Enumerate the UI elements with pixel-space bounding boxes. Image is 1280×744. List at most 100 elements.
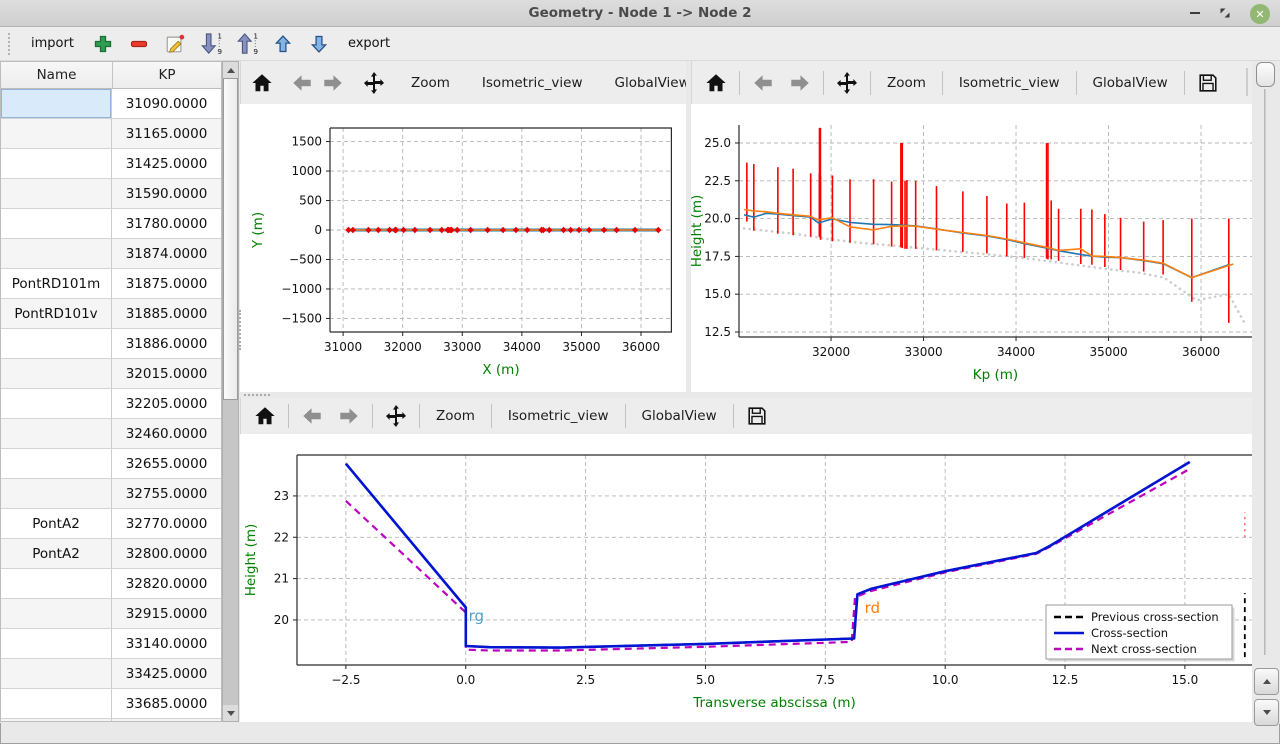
table-row[interactable]: 32655.0000 (1, 449, 221, 479)
table-row[interactable]: 32820.0000 (1, 569, 221, 599)
name-cell[interactable] (1, 479, 112, 508)
scroll-up-button[interactable] (223, 62, 238, 78)
table-row[interactable]: 31590.0000 (1, 179, 221, 209)
name-cell[interactable]: PontA2 (1, 509, 112, 538)
kp-cell[interactable]: 32205.0000 (112, 389, 221, 418)
pan-button[interactable] (362, 69, 386, 97)
table-row[interactable]: 31874.0000 (1, 239, 221, 269)
column-header-name[interactable]: Name (1, 62, 113, 88)
name-cell[interactable] (1, 419, 112, 448)
global-view-button[interactable]: GlobalView (608, 71, 697, 95)
name-cell[interactable] (1, 569, 112, 598)
forward-button[interactable] (322, 69, 344, 97)
table-scrollbar[interactable] (222, 61, 239, 722)
kp-cell[interactable]: 32755.0000 (112, 479, 221, 508)
kp-cell[interactable]: 32460.0000 (112, 419, 221, 448)
name-cell[interactable] (1, 689, 112, 718)
back-button[interactable] (749, 69, 777, 97)
table-row[interactable]: 32755.0000 (1, 479, 221, 509)
kp-cell[interactable]: 31885.0000 (112, 299, 221, 328)
isometric-view-button[interactable]: Isometric_view (952, 71, 1067, 95)
home-button[interactable] (251, 69, 273, 97)
name-cell[interactable] (1, 599, 112, 628)
kp-cell[interactable]: 31875.0000 (112, 269, 221, 298)
name-cell[interactable]: PontRD101m (1, 269, 112, 298)
forward-button[interactable] (786, 69, 814, 97)
profile-figure[interactable]: 320003300034000350003600025.022.520.017.… (691, 104, 1252, 392)
name-cell[interactable] (1, 389, 112, 418)
scroll-down-button[interactable] (1254, 699, 1279, 726)
table-row[interactable]: 33685.0000 (1, 689, 221, 719)
home-button[interactable] (702, 69, 730, 97)
name-cell[interactable] (1, 629, 112, 658)
back-button[interactable] (291, 69, 313, 97)
table-row[interactable]: 31090.0000 (1, 89, 221, 119)
close-button[interactable]: ✕ (1250, 4, 1270, 24)
kp-cell[interactable]: 31780.0000 (112, 209, 221, 238)
table-row[interactable]: PontA232770.0000 (1, 509, 221, 539)
add-button[interactable] (90, 32, 116, 56)
table-row[interactable] (1, 719, 221, 722)
minimize-button[interactable] (1184, 3, 1206, 23)
scroll-down-button[interactable] (223, 705, 238, 721)
sort-ascending-button[interactable]: 19 (234, 32, 260, 56)
table-row[interactable]: 31165.0000 (1, 119, 221, 149)
panel-splitter-grip[interactable] (239, 310, 241, 350)
global-view-button[interactable]: GlobalView (635, 404, 724, 428)
table-row[interactable]: 31780.0000 (1, 209, 221, 239)
pan-button[interactable] (833, 69, 861, 97)
kp-cell[interactable]: 31590.0000 (112, 179, 221, 208)
name-cell[interactable] (1, 209, 112, 238)
import-button[interactable]: import (25, 33, 80, 54)
isometric-view-button[interactable]: Isometric_view (501, 404, 616, 428)
kp-cell[interactable]: 32915.0000 (112, 599, 221, 628)
kp-cell[interactable]: 32820.0000 (112, 569, 221, 598)
name-cell[interactable] (1, 329, 112, 358)
move-up-button[interactable] (270, 32, 296, 56)
table-row[interactable]: PontA232800.0000 (1, 539, 221, 569)
name-cell[interactable] (1, 119, 112, 148)
kp-cell[interactable]: 31874.0000 (112, 239, 221, 268)
move-down-button[interactable] (306, 32, 332, 56)
kp-cell[interactable]: 33140.0000 (112, 629, 221, 658)
sort-descending-button[interactable]: 19 (198, 32, 224, 56)
horizontal-splitter[interactable] (240, 392, 1252, 398)
forward-button[interactable] (335, 402, 363, 430)
kp-cell[interactable]: 32770.0000 (112, 509, 221, 538)
table-row[interactable]: 33140.0000 (1, 629, 221, 659)
table-row[interactable]: 32915.0000 (1, 599, 221, 629)
kp-cell[interactable]: 32015.0000 (112, 359, 221, 388)
table-row[interactable]: 32015.0000 (1, 359, 221, 389)
toolbar-grip[interactable] (8, 33, 13, 55)
name-cell[interactable] (1, 149, 112, 178)
kp-cell[interactable]: 33425.0000 (112, 659, 221, 688)
kp-cell[interactable] (112, 719, 221, 722)
kp-cell[interactable]: 32655.0000 (112, 449, 221, 478)
zoom-button[interactable]: Zoom (880, 71, 933, 95)
vertical-splitter[interactable] (686, 61, 691, 395)
scroll-up-button[interactable] (1254, 668, 1279, 695)
kp-cell[interactable]: 31090.0000 (112, 89, 221, 118)
kp-cell[interactable]: 32800.0000 (112, 539, 221, 568)
export-button[interactable]: export (342, 33, 396, 54)
global-view-button[interactable]: GlobalView (1086, 71, 1175, 95)
name-cell[interactable] (1, 719, 112, 722)
save-button[interactable] (1194, 69, 1222, 97)
table-row[interactable]: PontRD101m31875.0000 (1, 269, 221, 299)
kp-cell[interactable]: 33685.0000 (112, 689, 221, 718)
kp-cell[interactable]: 31425.0000 (112, 149, 221, 178)
remove-button[interactable] (126, 32, 152, 56)
name-cell[interactable] (1, 89, 112, 118)
name-cell[interactable]: PontRD101v (1, 299, 112, 328)
table-row[interactable]: 32205.0000 (1, 389, 221, 419)
name-cell[interactable]: PontA2 (1, 539, 112, 568)
toolbar-handle[interactable] (1246, 68, 1248, 96)
name-cell[interactable] (1, 239, 112, 268)
back-button[interactable] (298, 402, 326, 430)
table-row[interactable]: PontRD101v31885.0000 (1, 299, 221, 329)
table-row[interactable]: 32460.0000 (1, 419, 221, 449)
window-scrollbar[interactable] (1252, 61, 1280, 724)
name-cell[interactable] (1, 449, 112, 478)
name-cell[interactable] (1, 179, 112, 208)
zoom-button[interactable]: Zoom (429, 404, 482, 428)
